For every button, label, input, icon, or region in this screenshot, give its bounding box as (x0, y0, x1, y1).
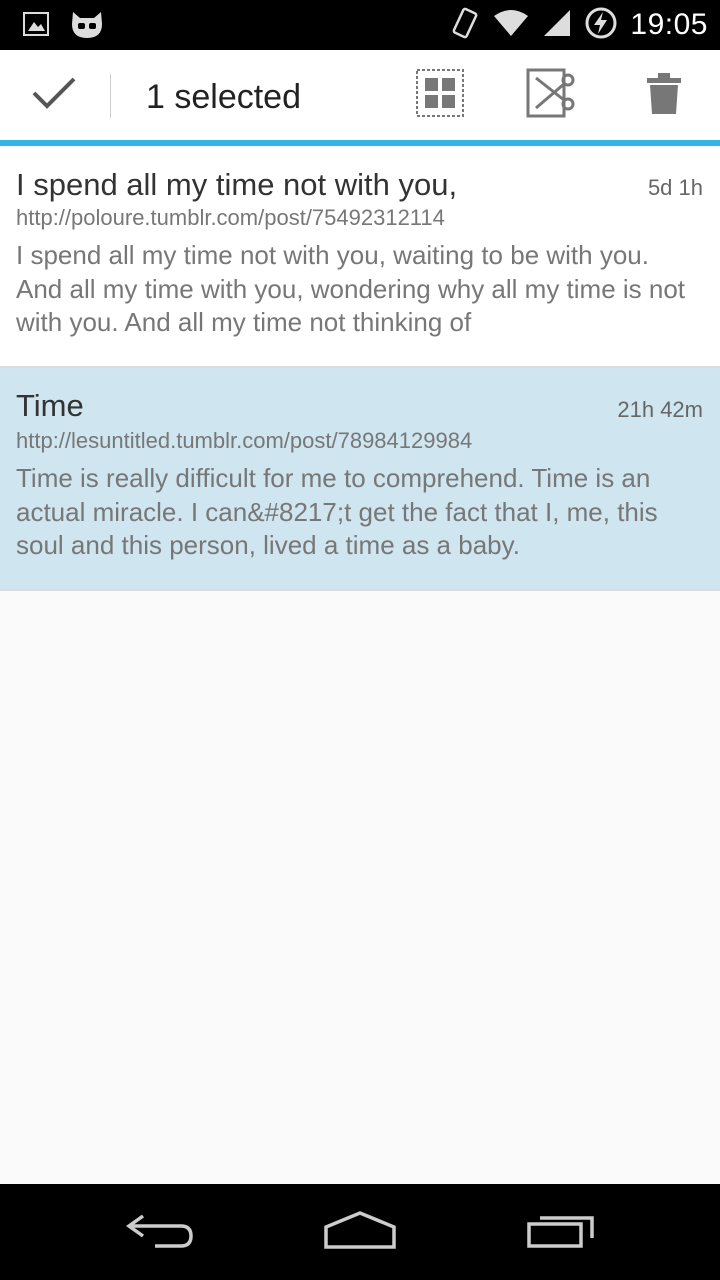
recent-apps-button[interactable] (492, 1184, 632, 1280)
cut-icon (526, 68, 578, 123)
delete-icon (645, 70, 683, 121)
item-title: Time (16, 388, 84, 423)
cut-button[interactable] (508, 50, 596, 140)
item-timestamp: 5d 1h (647, 175, 703, 200)
signal-icon (542, 8, 572, 43)
clock: 19:05 (630, 8, 708, 41)
selection-count-title: 1 selected (146, 78, 301, 116)
wifi-icon (492, 8, 530, 43)
battery-charging-icon (584, 6, 618, 45)
home-icon (322, 1209, 398, 1256)
cyanogen-icon (68, 8, 106, 45)
select-all-icon (415, 68, 465, 123)
item-title: I spend all my time not with you, (16, 167, 458, 202)
item-url: http://poloure.tumblr.com/post/754923121… (16, 205, 445, 230)
done-check-icon (30, 73, 78, 118)
list-item-selected[interactable]: Time 21h 42m http://lesuntitled.tumblr.c… (0, 368, 720, 591)
image-icon (22, 10, 50, 43)
contextual-action-bar: 1 selected (0, 50, 720, 146)
back-icon (125, 1210, 195, 1255)
delete-button[interactable] (620, 50, 708, 140)
done-button[interactable] (0, 50, 108, 140)
item-url: http://lesuntitled.tumblr.com/post/78984… (16, 428, 473, 453)
item-body: I spend all my time not with you, waitin… (16, 240, 686, 337)
recent-apps-icon (526, 1210, 598, 1255)
list-item[interactable]: I spend all my time not with you, 5d 1h … (0, 146, 720, 368)
back-button[interactable] (90, 1184, 230, 1280)
select-all-button[interactable] (396, 50, 484, 140)
notes-list: I spend all my time not with you, 5d 1h … (0, 146, 720, 591)
rotate-icon (450, 6, 480, 45)
navigation-bar (0, 1184, 720, 1280)
home-button[interactable] (290, 1184, 430, 1280)
status-bar: 19:05 (0, 0, 720, 50)
action-bar-divider (110, 74, 111, 118)
item-body: Time is really difficult for me to compr… (16, 463, 658, 560)
item-timestamp: 21h 42m (617, 397, 703, 422)
